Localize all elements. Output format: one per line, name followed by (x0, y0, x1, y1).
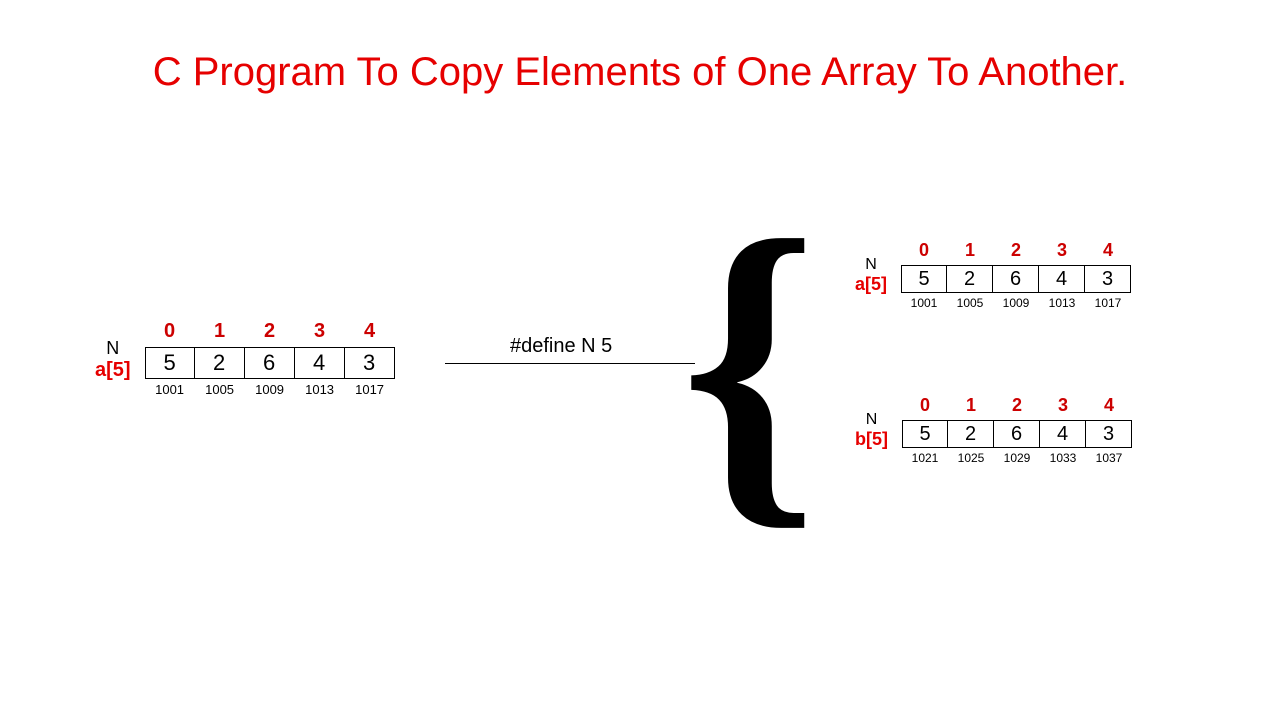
address-cell: 1013 (1039, 293, 1085, 310)
index-cell: 4 (1085, 240, 1131, 265)
index-cell: 1 (947, 240, 993, 265)
index-cell: 3 (1040, 395, 1086, 420)
address-cell: 1033 (1040, 448, 1086, 465)
value-cell: 3 (1086, 420, 1132, 448)
address-cell: 1017 (345, 379, 395, 397)
value-cell: 5 (145, 347, 195, 379)
array-right-b: N b[5] 0 1 2 3 4 5 2 6 4 3 1021 1025 102… (855, 395, 1132, 465)
value-cell: 4 (295, 347, 345, 379)
index-cell: 3 (295, 320, 345, 347)
value-cell: 6 (993, 265, 1039, 293)
array-name-a-right: a[5] (855, 274, 887, 295)
address-cell: 1021 (902, 448, 948, 465)
n-label: N (855, 256, 887, 274)
address-cell: 1013 (295, 379, 345, 397)
index-cell: 2 (245, 320, 295, 347)
index-cell: 4 (1086, 395, 1132, 420)
address-cell: 1009 (245, 379, 295, 397)
n-label: N (855, 411, 888, 429)
value-cell: 5 (901, 265, 947, 293)
define-label: #define N 5 (510, 335, 612, 358)
value-cell: 3 (1085, 265, 1131, 293)
index-cell: 1 (948, 395, 994, 420)
value-cell: 4 (1040, 420, 1086, 448)
value-cell: 2 (947, 265, 993, 293)
page-title: C Program To Copy Elements of One Array … (0, 0, 1280, 95)
index-cell: 0 (145, 320, 195, 347)
value-cell: 2 (948, 420, 994, 448)
address-cell: 1025 (948, 448, 994, 465)
array-name-b-right: b[5] (855, 429, 888, 450)
index-cell: 0 (901, 240, 947, 265)
array-left: N a[5] 0 1 2 3 4 5 2 6 4 3 1001 1005 100… (95, 320, 395, 397)
address-cell: 1009 (993, 293, 1039, 310)
value-cell: 4 (1039, 265, 1085, 293)
value-cell: 5 (902, 420, 948, 448)
array-right-a: N a[5] 0 1 2 3 4 5 2 6 4 3 1001 1005 100… (855, 240, 1131, 310)
array-name-a-left: a[5] (95, 359, 131, 382)
n-label: N (95, 338, 131, 359)
index-cell: 4 (345, 320, 395, 347)
address-cell: 1005 (947, 293, 993, 310)
index-cell: 0 (902, 395, 948, 420)
address-cell: 1001 (901, 293, 947, 310)
value-cell: 2 (195, 347, 245, 379)
address-cell: 1029 (994, 448, 1040, 465)
index-cell: 1 (195, 320, 245, 347)
index-cell: 2 (993, 240, 1039, 265)
value-cell: 6 (994, 420, 1040, 448)
index-cell: 3 (1039, 240, 1085, 265)
value-cell: 6 (245, 347, 295, 379)
address-cell: 1017 (1085, 293, 1131, 310)
address-cell: 1005 (195, 379, 245, 397)
index-cell: 2 (994, 395, 1040, 420)
address-cell: 1001 (145, 379, 195, 397)
value-cell: 3 (345, 347, 395, 379)
connector-line (445, 363, 695, 364)
address-cell: 1037 (1086, 448, 1132, 465)
